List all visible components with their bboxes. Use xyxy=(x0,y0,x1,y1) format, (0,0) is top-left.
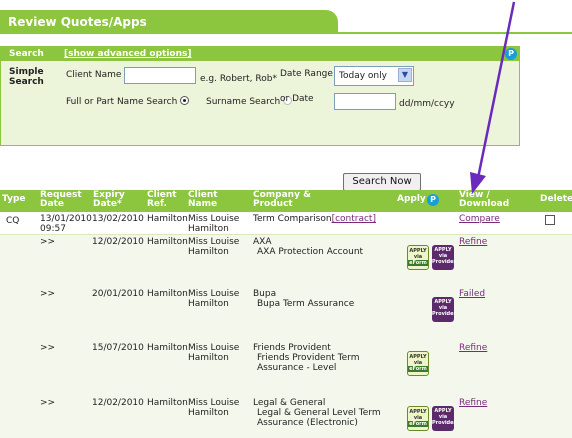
row-client-ref: Hamilton xyxy=(147,343,188,353)
row-client-name: Miss Louise Hamilton xyxy=(188,343,240,363)
date-format-hint: dd/mm/ccyy xyxy=(399,99,455,109)
show-advanced-options-link[interactable]: [show advanced options] xyxy=(64,47,191,61)
tab-underline xyxy=(0,32,572,34)
client-name-hint: e.g. Robert, Rob* xyxy=(200,74,277,84)
row-request-time: 09:57 xyxy=(40,224,66,234)
refine-link[interactable]: Refine xyxy=(459,343,487,353)
tab-review-quotes[interactable]: Review Quotes/Apps xyxy=(0,10,338,34)
row-type: >> xyxy=(40,343,56,353)
badge-line: eForm xyxy=(408,260,428,266)
refine-link[interactable]: Refine xyxy=(459,237,487,247)
row-product: Bupa Term Assurance xyxy=(257,299,355,309)
failed-link[interactable]: Failed xyxy=(459,289,485,299)
row-company: Legal & General xyxy=(253,398,326,408)
badge-line: Provider xyxy=(432,311,456,317)
apply-via-eform-button[interactable]: APPLY via eForm xyxy=(407,406,429,431)
refine-link[interactable]: Refine xyxy=(459,398,487,408)
row-company-text: Term Comparison xyxy=(253,214,332,224)
table-row: >> 20/01/2010 Hamilton Miss Louise Hamil… xyxy=(0,285,572,335)
row-company: Term Comparison[contract] xyxy=(253,214,376,224)
row-product: Legal & General Level Term Assurance (El… xyxy=(257,408,381,428)
row-expiry-date: 20/01/2010 xyxy=(92,289,144,299)
apply-via-eform-button[interactable]: APPLY via eForm xyxy=(407,245,429,270)
badge-line: eForm xyxy=(408,366,428,372)
apply-via-provider-button[interactable]: APPLY via Provider xyxy=(432,245,456,270)
table-row: >> 12/02/2010 Hamilton Miss Louise Hamil… xyxy=(0,235,572,285)
row-client-ref: Hamilton xyxy=(147,398,188,408)
search-header-label: Search xyxy=(9,49,44,59)
row-expiry-date: 12/02/2010 xyxy=(92,398,144,408)
search-header: Search [show advanced options] P xyxy=(1,47,519,61)
row-type: CQ xyxy=(6,216,20,226)
chevron-down-icon[interactable]: ▼ xyxy=(398,68,412,82)
row-request-date: 13/01/2010 xyxy=(40,214,92,224)
full-or-part-text: Full or Part Name Search xyxy=(66,97,178,107)
row-expiry-date: 12/02/2010 xyxy=(92,237,144,247)
row-product: Friends Provident Term Assurance - Level xyxy=(257,353,360,373)
badge-line: Provider xyxy=(432,420,456,426)
search-now-button[interactable]: Search Now xyxy=(343,173,421,191)
help-icon[interactable]: P xyxy=(505,48,517,60)
header-type: Type xyxy=(2,194,26,204)
row-company: Bupa xyxy=(253,289,277,299)
date-range-value: Today only xyxy=(339,71,387,81)
header-client-name: Client Name xyxy=(188,190,218,209)
tab-strip: Review Quotes/Apps xyxy=(0,0,572,34)
row-client-ref: Hamilton xyxy=(147,214,188,224)
client-name-input[interactable] xyxy=(124,67,196,84)
badge-line: Provider xyxy=(432,259,456,265)
table-row: >> 12/02/2010 Hamilton Miss Louise Hamil… xyxy=(0,389,572,438)
apply-via-provider-button[interactable]: APPLY via Provider xyxy=(432,297,456,322)
badge-line: eForm xyxy=(408,421,428,427)
header-delete: Delete xyxy=(540,194,572,204)
client-name-label: Client Name xyxy=(66,70,122,80)
table-row: >> 15/07/2010 Hamilton Miss Louise Hamil… xyxy=(0,335,572,389)
row-client-name: Miss Louise Hamilton xyxy=(188,289,240,309)
row-type: >> xyxy=(40,289,56,299)
row-type: >> xyxy=(40,398,56,408)
row-client-ref: Hamilton xyxy=(147,289,188,299)
date-range-label: Date Range xyxy=(280,69,333,79)
apply-via-eform-button[interactable]: APPLY via eForm xyxy=(407,351,429,376)
apply-help-icon[interactable]: P xyxy=(427,194,439,206)
or-date-label: or Date xyxy=(280,94,314,104)
date-range-select[interactable]: Today only ▼ xyxy=(334,66,414,86)
row-expiry-date: 13/02/2010 xyxy=(92,214,144,224)
date-input[interactable] xyxy=(334,93,396,110)
surname-search-text: Surname Search xyxy=(206,97,281,107)
row-client-name: Miss Louise Hamilton xyxy=(188,398,240,418)
header-request-date: Request Date xyxy=(40,190,82,209)
header-view-download: View / Download xyxy=(459,190,510,209)
row-type: >> xyxy=(40,237,56,247)
header-client-ref: Client Ref. xyxy=(147,190,177,209)
row-company: AXA xyxy=(253,237,272,247)
contract-link[interactable]: [contract] xyxy=(332,214,376,224)
row-client-ref: Hamilton xyxy=(147,237,188,247)
search-panel: Search [show advanced options] P Simple … xyxy=(0,46,520,146)
row-client-name: Miss Louise Hamilton xyxy=(188,237,240,257)
table-header: Type Request Date Expiry Date* Client Re… xyxy=(0,190,572,212)
row-product: AXA Protection Account xyxy=(257,247,364,257)
row-client-name: Miss Louise Hamilton xyxy=(188,214,240,234)
delete-checkbox[interactable] xyxy=(545,215,555,225)
header-apply: Apply xyxy=(397,194,426,204)
header-expiry-date: Expiry Date* xyxy=(93,190,125,209)
compare-link[interactable]: Compare xyxy=(459,214,500,224)
row-company: Friends Provident xyxy=(253,343,331,353)
header-company-product: Company & Product xyxy=(253,190,311,209)
row-expiry-date: 15/07/2010 xyxy=(92,343,144,353)
simple-search-label: Simple Search xyxy=(9,67,44,87)
apply-via-provider-button[interactable]: APPLY via Provider xyxy=(432,406,456,431)
table-row: CQ 13/01/2010 09:57 13/02/2010 Hamilton … xyxy=(0,212,572,234)
full-or-part-label: Full or Part Name Search xyxy=(66,96,190,107)
full-or-part-radio[interactable] xyxy=(180,96,190,105)
